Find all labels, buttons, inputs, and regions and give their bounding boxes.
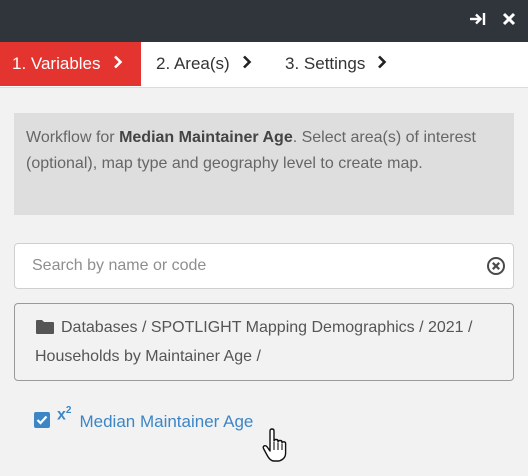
clear-search-icon[interactable] [486,256,506,276]
chevron-right-icon [113,54,123,74]
workflow-info-box: Workflow for Median Maintainer Age. Sele… [14,113,514,215]
folder-icon [35,318,55,344]
variable-checkbox[interactable] [34,412,50,428]
search-input[interactable] [15,244,475,288]
tab-areas-label: 2. Area(s) [156,54,230,73]
chevron-right-icon [377,54,387,74]
breadcrumb-text: Databases / SPOTLIGHT Mapping Demographi… [35,319,473,365]
top-bar [0,0,528,42]
hand-cursor-icon [262,428,288,464]
breadcrumb[interactable]: Databases / SPOTLIGHT Mapping Demographi… [14,303,514,381]
workflow-tabs: 1. Variables 2. Area(s) 3. Settings [0,42,528,88]
search-box [14,243,514,289]
variable-item[interactable]: x2 Median Maintainer Age [34,405,253,435]
close-icon[interactable] [498,9,520,29]
chevron-right-icon [242,54,252,74]
export-icon[interactable] [467,9,489,29]
info-variable-name: Median Maintainer Age [119,129,293,146]
tab-variables-label: 1. Variables [12,54,101,73]
variable-type-icon: x2 [57,405,72,424]
variable-label[interactable]: Median Maintainer Age [79,412,253,432]
info-prefix: Workflow for [26,129,120,146]
tab-settings[interactable]: 3. Settings [285,42,387,86]
tab-settings-label: 3. Settings [285,54,366,73]
tab-areas[interactable]: 2. Area(s) [156,42,252,86]
tab-variables[interactable]: 1. Variables [0,42,141,86]
